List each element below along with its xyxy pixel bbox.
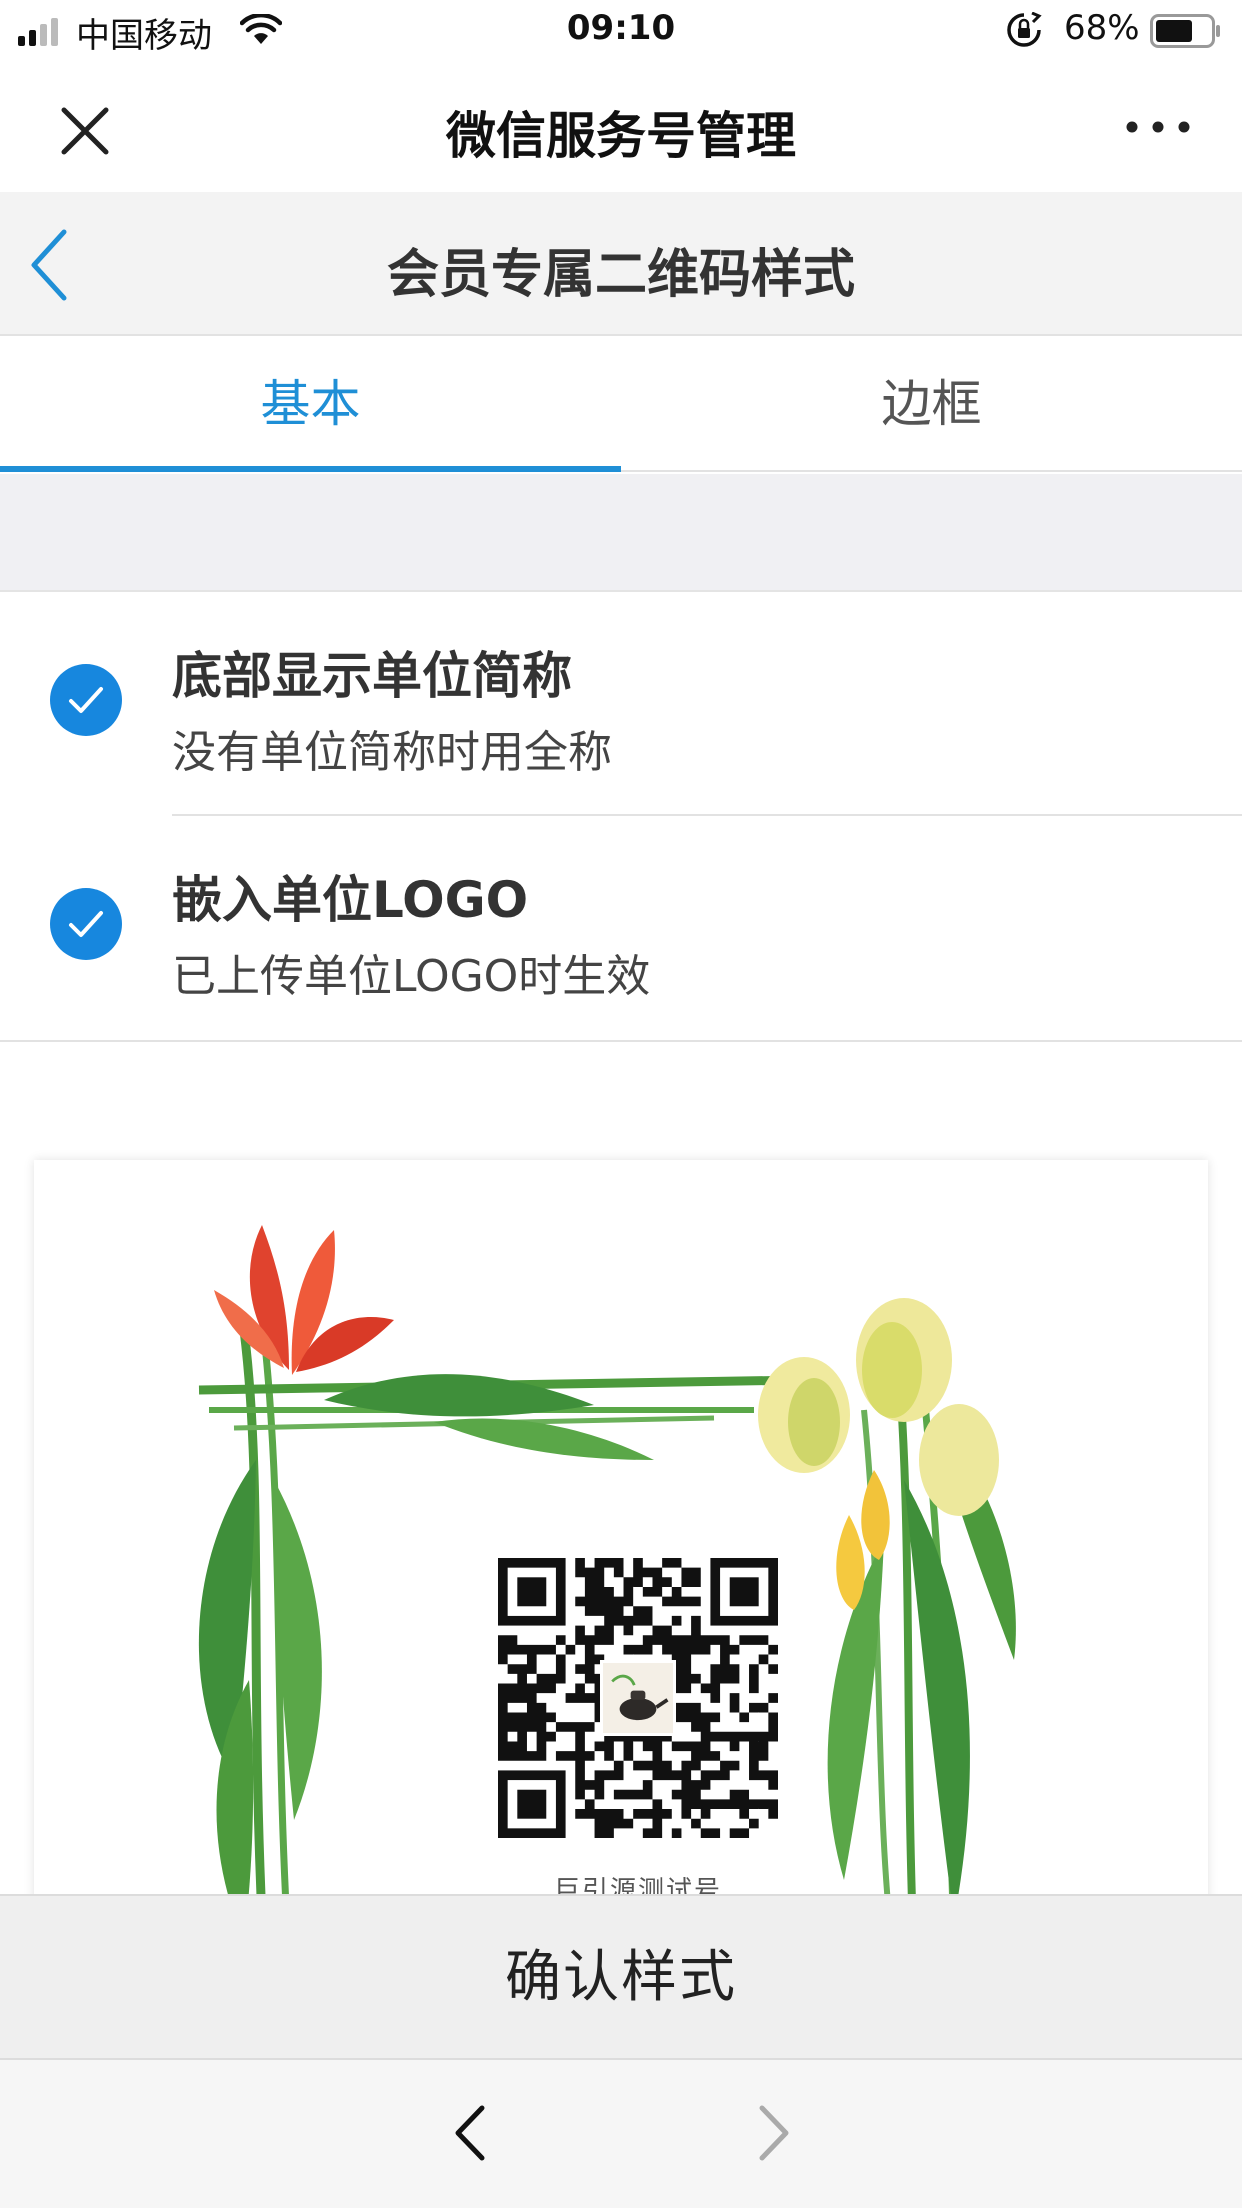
battery-percentage: 68%	[1064, 8, 1140, 48]
divider	[172, 814, 1242, 816]
option-title: 嵌入单位LOGO	[172, 871, 529, 929]
status-time: 09:10	[566, 8, 676, 48]
nav-bar: 微信服务号管理	[0, 62, 1242, 192]
qr-preview-card: 巨引源测试号	[34, 1160, 1208, 1894]
preview-area: 巨引源测试号	[0, 1042, 1242, 1894]
browser-toolbar	[0, 2060, 1242, 2208]
confirm-style-button[interactable]: 确认样式	[0, 1896, 1242, 2060]
section-spacer	[0, 474, 1242, 592]
active-tab-indicator	[0, 466, 621, 472]
tab-border[interactable]: 边框	[621, 336, 1242, 472]
chevron-right-icon[interactable]	[752, 2102, 796, 2164]
unit-logo-image	[600, 1660, 676, 1736]
chevron-left-icon[interactable]	[448, 2102, 492, 2164]
rotation-lock-icon	[1007, 12, 1042, 47]
qr-caption: 巨引源测试号	[553, 1876, 722, 1894]
option-show-short-name[interactable]: 底部显示单位简称 没有单位简称时用全称	[0, 594, 1242, 816]
checkmark-icon	[69, 911, 103, 937]
options-list: 底部显示单位简称 没有单位简称时用全称 嵌入单位LOGO 已上传单位LOGO时生…	[0, 594, 1242, 1042]
checkmark-icon	[69, 687, 103, 713]
page-header: 会员专属二维码样式	[0, 192, 1242, 336]
nav-title: 微信服务号管理	[446, 107, 796, 165]
battery-icon	[1150, 14, 1220, 48]
checkbox-checked[interactable]	[50, 664, 122, 736]
more-icon[interactable]	[1118, 102, 1198, 152]
page-title: 会员专属二维码样式	[386, 245, 855, 305]
option-subtitle: 没有单位简称时用全称	[172, 727, 612, 778]
tab-bar: 基本 边框	[0, 336, 1242, 472]
option-subtitle: 已上传单位LOGO时生效	[172, 951, 651, 1002]
status-bar: 中国移动 09:10 68%	[0, 0, 1242, 62]
option-embed-logo[interactable]: 嵌入单位LOGO 已上传单位LOGO时生效	[0, 818, 1242, 1040]
checkbox-checked[interactable]	[50, 888, 122, 960]
option-title: 底部显示单位简称	[172, 647, 572, 705]
confirm-bar: 确认样式	[0, 1894, 1242, 2060]
tab-basic[interactable]: 基本	[0, 336, 621, 472]
